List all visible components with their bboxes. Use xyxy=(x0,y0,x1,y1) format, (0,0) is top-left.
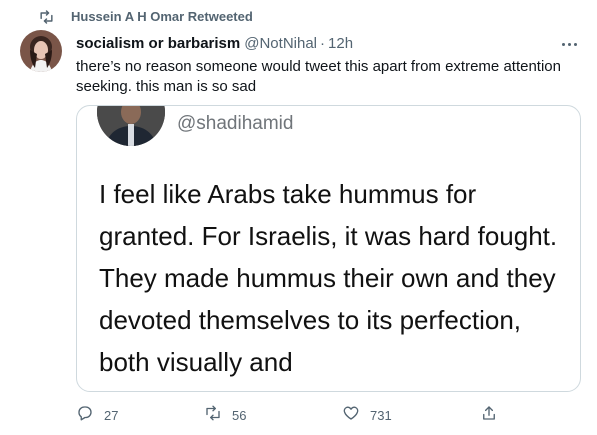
retweet-button[interactable]: 56 xyxy=(204,404,246,427)
reply-count: 27 xyxy=(104,408,119,423)
tweet-time[interactable]: 12h xyxy=(328,35,353,52)
reply-button[interactable]: 27 xyxy=(76,404,118,427)
retweet-icon xyxy=(38,9,55,25)
reply-icon xyxy=(76,404,94,427)
share-icon xyxy=(480,404,498,427)
share-button[interactable] xyxy=(480,404,498,427)
tweet-media-image[interactable]: @shadihamid I feel like Arabs take hummu… xyxy=(76,105,581,392)
like-button[interactable]: 731 xyxy=(342,404,392,427)
retweet-icon xyxy=(204,404,222,427)
retweeted-by-label[interactable]: Hussein A H Omar Retweeted xyxy=(71,9,253,24)
quoted-avatar xyxy=(97,106,165,146)
like-count: 731 xyxy=(370,408,392,423)
tweet-text: there’s no reason someone would tweet th… xyxy=(76,58,561,95)
author-avatar[interactable] xyxy=(20,30,62,72)
tweet-header: socialism or barbarism @NotNihal · 12h xyxy=(76,35,353,52)
retweet-count: 56 xyxy=(232,408,247,423)
quoted-handle: @shadihamid xyxy=(177,113,294,134)
quoted-text: I feel like Arabs take hummus for grante… xyxy=(99,179,558,377)
author-handle[interactable]: @NotNihal xyxy=(244,35,317,52)
separator: · xyxy=(320,35,326,52)
author-name[interactable]: socialism or barbarism xyxy=(76,35,240,52)
more-options-icon[interactable] xyxy=(562,40,580,48)
tweet-actions: 27 56 731 xyxy=(76,400,581,428)
heart-icon xyxy=(342,404,360,427)
